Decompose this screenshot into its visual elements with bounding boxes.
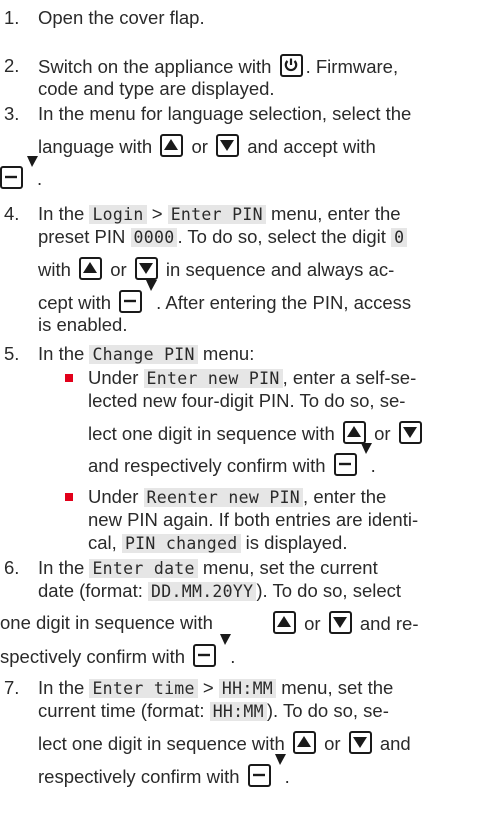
pin-code: 0000 — [130, 228, 178, 247]
step-text: In the — [38, 557, 85, 578]
ok-enter-key-icon — [247, 754, 286, 787]
step-text: Switch on the appliance with — [38, 56, 272, 77]
up-arrow-key-icon — [342, 421, 366, 444]
digit-code: 0 — [391, 228, 408, 247]
step-text: and respectively confirm with — [88, 455, 326, 476]
up-arrow-key-icon — [273, 611, 296, 634]
step-number: 2. — [4, 55, 20, 76]
menu-code: Change PIN — [89, 345, 198, 364]
step-text: ). To do so, se- — [266, 700, 389, 721]
menu-code: Enter new PIN — [143, 369, 283, 388]
step-text: new PIN again. If both entries are ident… — [88, 509, 419, 530]
step-text: or — [324, 733, 341, 754]
step-number: 5. — [4, 343, 20, 364]
step-text: respectively confirm with — [38, 766, 240, 787]
ok-enter-key-icon — [333, 443, 372, 476]
step-text: and — [379, 733, 411, 754]
step-text: > — [202, 677, 214, 698]
menu-code: Login — [89, 205, 147, 224]
step-number: 7. — [4, 677, 20, 698]
menu-code: Enter date — [89, 559, 198, 578]
step-text: In the menu for language selection, sele… — [38, 103, 412, 124]
step-number: 3. — [4, 103, 20, 124]
menu-code: Enter time — [89, 679, 198, 698]
down-arrow-key-icon — [216, 134, 240, 157]
step-text: . After entering the PIN, access — [156, 292, 412, 313]
menu-code: HH:MM — [218, 679, 277, 698]
step-text: menu, enter the — [270, 203, 401, 224]
up-arrow-key-icon — [292, 731, 316, 754]
step-text: one digit in sequence with — [0, 612, 213, 633]
step-text: lect one digit in sequence with — [38, 733, 285, 754]
step-text: menu, set the current — [202, 557, 378, 578]
ok-enter-key-icon — [193, 634, 232, 667]
step-text: menu: — [202, 343, 255, 364]
step-text: preset PIN — [38, 226, 126, 247]
menu-code: Enter PIN — [167, 205, 266, 224]
step-text: Under — [88, 367, 139, 388]
step-text: , enter the — [303, 486, 387, 507]
ok-enter-key-icon — [119, 280, 158, 313]
bullet-marker — [65, 493, 73, 501]
step-text: ). To do so, select — [256, 580, 402, 601]
step-text: Under — [88, 486, 139, 507]
step-text: cept with — [38, 292, 112, 313]
down-arrow-key-icon — [328, 611, 352, 634]
status-code: PIN changed — [121, 534, 241, 553]
step-number: 6. — [4, 557, 20, 578]
step-text: code and type are displayed. — [38, 78, 275, 99]
up-arrow-key-icon — [79, 257, 103, 280]
step-text: . To do so, select the digit — [177, 226, 386, 247]
step-text: spectively confirm with — [0, 646, 186, 667]
step-text: is enabled. — [38, 314, 128, 335]
step-text: . — [284, 766, 290, 787]
step-text: with — [38, 259, 71, 280]
step-text: , enter a self-se- — [282, 367, 417, 388]
up-arrow-key-icon — [160, 134, 184, 157]
bullet-marker — [65, 374, 73, 382]
step-text: language with — [38, 136, 153, 157]
step-text: current time (format: — [38, 700, 205, 721]
down-arrow-key-icon — [348, 731, 372, 754]
step-text: lect one digit in sequence with — [88, 423, 335, 444]
step-text: or — [304, 613, 321, 634]
step-text: or — [110, 259, 127, 280]
step-number: 1. — [4, 7, 20, 28]
ok-enter-key-icon — [0, 156, 38, 189]
step-text: Open the cover flap. — [38, 7, 205, 28]
step-text: and re- — [359, 613, 419, 634]
step-text: or — [191, 136, 208, 157]
step-text: . — [230, 646, 236, 667]
step-text: . Firmware, — [305, 56, 399, 77]
down-arrow-key-icon — [134, 257, 158, 280]
step-text: is displayed. — [245, 532, 348, 553]
step-text: . — [370, 455, 376, 476]
step-text: . — [37, 168, 43, 189]
step-text: In the — [38, 203, 85, 224]
step-text: lected new four-digit PIN. To do so, se- — [88, 390, 406, 411]
power-key-icon — [279, 54, 303, 77]
step-text: or — [374, 423, 391, 444]
format-code: DD.MM.20YY — [148, 582, 257, 601]
step-text: and accept with — [247, 136, 376, 157]
step-text: in sequence and always ac- — [165, 259, 395, 280]
step-text: menu, set the — [281, 677, 394, 698]
step-text: cal, — [88, 532, 117, 553]
step-number: 4. — [4, 203, 20, 224]
format-code: HH:MM — [209, 702, 267, 721]
step-text: date (format: — [38, 580, 143, 601]
down-arrow-key-icon — [398, 421, 422, 444]
step-text: In the — [38, 343, 85, 364]
instruction-page: 1. Open the cover flap. 2. Switch on the… — [0, 0, 479, 829]
menu-code: Reenter new PIN — [143, 488, 304, 507]
step-text: > — [151, 203, 163, 224]
step-text: In the — [38, 677, 85, 698]
